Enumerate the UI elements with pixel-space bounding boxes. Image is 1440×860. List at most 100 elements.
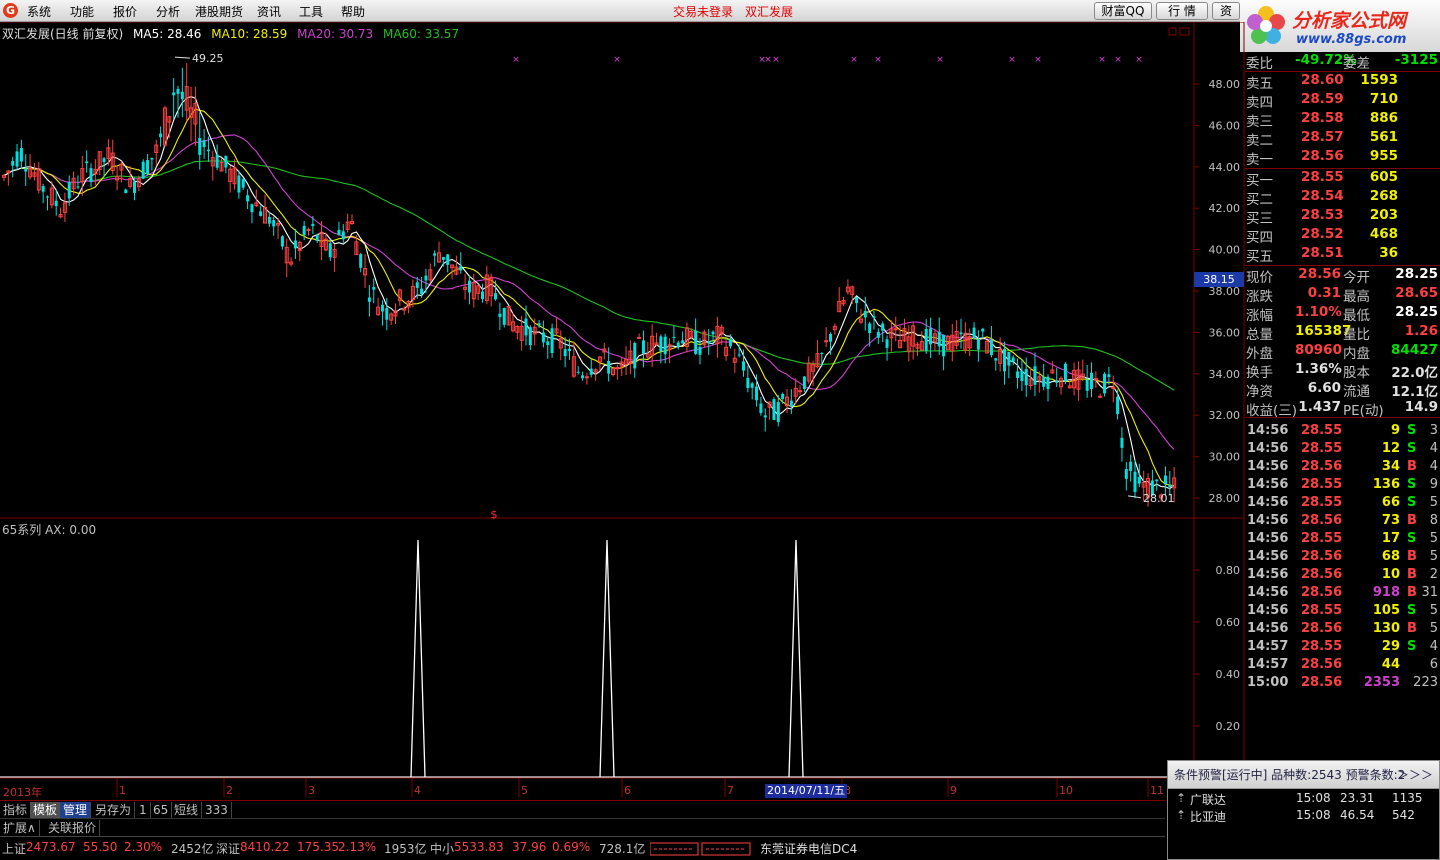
market-button[interactable]: 行 情: [1156, 2, 1208, 20]
kline-chart[interactable]: 48.0046.0044.0042.0040.0038.0036.0034.00…: [0, 22, 1245, 800]
candle-down: [385, 307, 389, 320]
sh-percent: 2.30%: [124, 840, 163, 854]
candle-down: [659, 336, 663, 352]
menu-news[interactable]: 资讯: [257, 3, 281, 20]
tab-indicator[interactable]: 指标: [0, 802, 32, 818]
candle-down: [755, 386, 759, 401]
sell-level-row: 卖三 28.58 886: [1245, 110, 1440, 130]
candle-down: [976, 338, 980, 350]
info-button[interactable]: 资: [1212, 2, 1240, 20]
signal-marker: ×: [1008, 55, 1016, 65]
sell-level-row: 卖二 28.57 561: [1245, 129, 1440, 149]
zx-percent: 0.69%: [552, 840, 591, 854]
candle-down: [541, 332, 545, 343]
price-axis-tick: 32.00: [1209, 409, 1241, 422]
tab-short[interactable]: 短线: [171, 802, 203, 818]
login-status[interactable]: 交易未登录: [673, 3, 733, 20]
menu-system[interactable]: 系统: [27, 3, 51, 20]
alarm-scroll-icon[interactable]: ＞＞＞: [1397, 761, 1433, 789]
buy-level-label: 买二: [1246, 192, 1273, 208]
menu-tools[interactable]: 工具: [299, 3, 323, 20]
menu-quote[interactable]: 报价: [113, 3, 137, 20]
candle-down: [502, 307, 506, 325]
wealth-qq-button[interactable]: 财富QQ: [1094, 2, 1152, 20]
tick-row: 14:56 28.56 68 B 5: [1245, 549, 1440, 567]
stat-row: 收益(三) 1.437 PE(动) 14.9: [1245, 399, 1440, 419]
signal-marker: ×: [1114, 55, 1122, 65]
broker-server[interactable]: 东莞证券电信DC4: [760, 840, 857, 857]
candle-down: [237, 175, 241, 193]
candle-down: [694, 330, 698, 354]
tick-side: S: [1407, 531, 1417, 546]
condition-alarm-panel[interactable]: 条件预警[运行中] 品种数:2543 预警条数:2 ＞＞＞ ⇡ 广联达 15:08…: [1167, 760, 1440, 860]
tab-related-quote[interactable]: 关联报价: [45, 820, 101, 836]
tick-price: 28.55: [1301, 639, 1343, 654]
candle-up: [615, 367, 620, 370]
tick-row: 14:56 28.55 9 S 3: [1245, 423, 1440, 441]
candle-down: [681, 340, 685, 344]
app-logo-icon: G: [3, 3, 18, 18]
tick-count: 5: [1429, 621, 1438, 636]
candle-down: [259, 211, 263, 217]
tick-price: 28.56: [1301, 567, 1343, 582]
candle-down: [1107, 374, 1111, 378]
stat-value: 6.60: [1307, 380, 1341, 396]
candle-down: [380, 304, 384, 312]
tick-count: 5: [1429, 549, 1438, 564]
candle-down: [802, 376, 806, 389]
candle-down: [863, 311, 867, 318]
brand-url[interactable]: www.88gs.com: [1296, 32, 1406, 47]
sz-change: 175.35: [297, 840, 339, 854]
menu-hk-futures[interactable]: 港股期货: [195, 3, 243, 20]
alarm-row[interactable]: ⇡ 比亚迪 15:08 46.54 542: [1168, 808, 1439, 824]
candle-down: [776, 402, 780, 423]
price-axis-tick: 30.00: [1209, 451, 1241, 464]
stat-value: 28.56: [1298, 266, 1341, 282]
stat-row: 换手 1.36% 股本 22.0亿: [1245, 361, 1440, 381]
candle-down: [1046, 376, 1050, 390]
tab-save-as[interactable]: 另存为: [92, 802, 136, 818]
tick-row: 14:56 28.56 918 B 31: [1245, 585, 1440, 603]
candle-down: [759, 403, 763, 414]
tick-side: B: [1407, 567, 1417, 582]
candle-down: [76, 186, 80, 188]
stat-label: 外盘: [1246, 346, 1273, 362]
stat-value: 1.10%: [1295, 304, 1342, 320]
candle-up: [798, 390, 803, 393]
price-axis-tick: 44.00: [1209, 161, 1241, 174]
sell-volume: 561: [1369, 129, 1398, 145]
tick-time: 14:56: [1247, 585, 1289, 600]
tab-extend[interactable]: 扩展∧: [0, 820, 40, 836]
stat-label: 涨跌: [1246, 289, 1273, 305]
tab-manage[interactable]: 管理: [60, 802, 92, 818]
menu-function[interactable]: 功能: [70, 3, 94, 20]
candle-up: [637, 336, 642, 339]
tab-template[interactable]: 模板: [30, 802, 62, 818]
tab-1[interactable]: 1: [136, 802, 151, 818]
buy-price: 28.51: [1301, 245, 1344, 261]
tab-65[interactable]: 65: [150, 802, 173, 818]
x-axis-label: 10: [1059, 784, 1073, 797]
menu-analysis[interactable]: 分析: [156, 3, 180, 20]
alarm-row[interactable]: ⇡ 广联达 15:08 23.31 1135: [1168, 791, 1439, 807]
tick-volume: 17: [1381, 531, 1400, 546]
tick-time: 14:56: [1247, 495, 1289, 510]
sz-value: 8410.22: [240, 840, 290, 854]
tick-volume: 34: [1381, 459, 1400, 474]
signal-marker: ×: [1098, 55, 1106, 65]
tick-count: 3: [1429, 423, 1438, 438]
candle-down: [781, 393, 785, 400]
candle-down: [41, 186, 45, 192]
x-axis-label: 4: [414, 784, 421, 797]
buy-price: 28.54: [1301, 188, 1344, 204]
tick-side: B: [1407, 549, 1417, 564]
candle-down: [663, 336, 667, 355]
menu-help[interactable]: 帮助: [341, 3, 365, 20]
candle-down: [280, 236, 284, 247]
sh-value: 2473.67: [26, 840, 76, 854]
candle-down: [1042, 377, 1046, 387]
signal-marker: ×: [874, 55, 882, 65]
candle-down: [772, 399, 776, 420]
tab-333[interactable]: 333: [202, 802, 232, 818]
stat-value: 14.9: [1404, 399, 1438, 415]
